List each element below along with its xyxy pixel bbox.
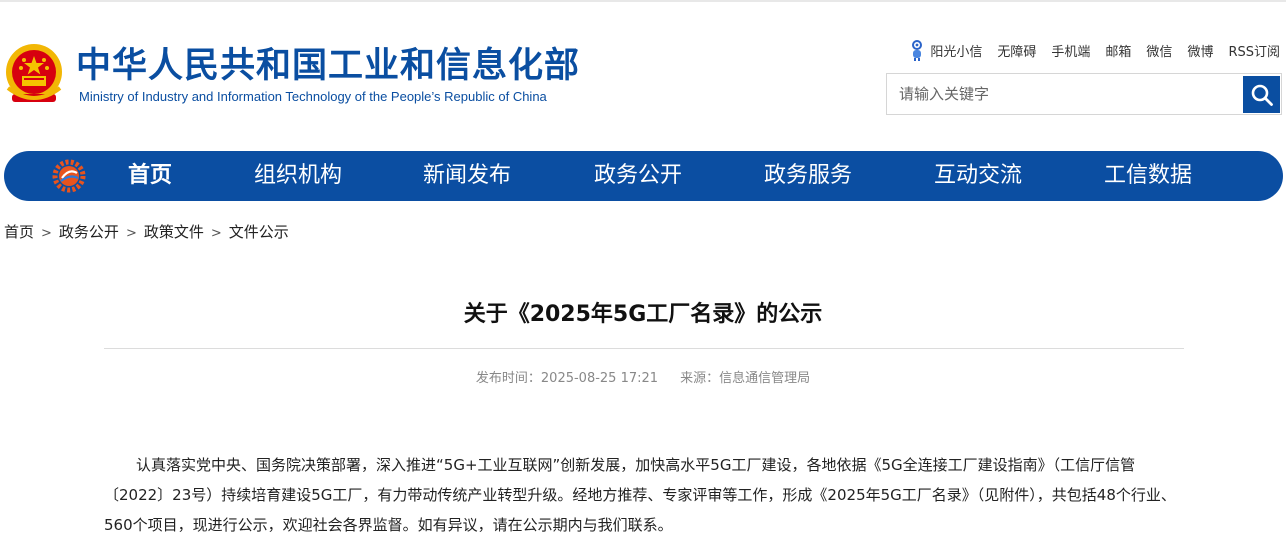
nav-item-services[interactable]: 政务服务 [764,151,852,201]
top-link-accessibility[interactable]: 无障碍 [997,41,1036,60]
nav-item-government-affairs[interactable]: 政务公开 [594,151,682,201]
breadcrumb-separator: > [125,226,137,241]
breadcrumb-policy-files[interactable]: 政策文件 [144,223,204,241]
search-button[interactable] [1243,76,1280,113]
top-link-mail[interactable]: 邮箱 [1105,41,1131,60]
main-nav: 首页 组织机构 新闻发布 政务公开 政务服务 互动交流 工信数据 [4,151,1283,201]
article-source: 来源：信息通信管理局 [680,371,811,386]
breadcrumb-government-affairs[interactable]: 政务公开 [59,223,119,241]
breadcrumb-separator: > [41,226,52,241]
top-links: 阳光小信 无障碍 手机端 邮箱 微信 微博 RSS订阅 [907,38,1280,62]
miit-gear-logo-icon[interactable] [52,159,86,193]
top-border [0,0,1286,2]
nav-item-data[interactable]: 工信数据 [1104,151,1192,201]
breadcrumb: 首页 > 政务公开 > 政策文件 > 文件公示 [4,221,289,242]
nav-item-home[interactable]: 首页 [128,151,172,201]
breadcrumb-file-publicity[interactable]: 文件公示 [229,223,289,241]
publish-time: 发布时间：2025-08-25 17:21 [475,371,659,386]
search-input[interactable] [887,74,1242,114]
site-subtitle: Ministry of Industry and Information Tec… [79,89,547,104]
mascot-icon [912,40,923,61]
search-icon [1251,84,1273,106]
top-link-yangguang[interactable]: 阳光小信 [907,38,982,62]
search-box [886,73,1282,115]
title-divider [104,348,1184,349]
top-link-label: 阳光小信 [930,44,983,60]
top-link-mobile[interactable]: 手机端 [1051,41,1090,60]
top-link-wechat[interactable]: 微信 [1146,41,1172,60]
nav-item-organization[interactable]: 组织机构 [254,151,342,201]
breadcrumb-separator: > [210,226,222,241]
site-title[interactable]: 中华人民共和国工业和信息化部 [76,44,580,88]
national-emblem-icon[interactable] [2,42,66,110]
article-title: 关于《2025年5G工厂名录》的公示 [463,302,823,327]
top-link-rss[interactable]: RSS订阅 [1228,41,1280,60]
article-meta: 发布时间：2025-08-25 17:21 来源：信息通信管理局 [0,367,1286,386]
top-link-weibo[interactable]: 微博 [1187,41,1213,60]
article-paragraph: 认真落实党中央、国务院决策部署，深入推进“5G+工业互联网”创新发展，加快高水平… [104,456,1176,534]
nav-item-news[interactable]: 新闻发布 [423,151,511,201]
nav-item-interaction[interactable]: 互动交流 [934,151,1022,201]
breadcrumb-home[interactable]: 首页 [4,223,34,241]
